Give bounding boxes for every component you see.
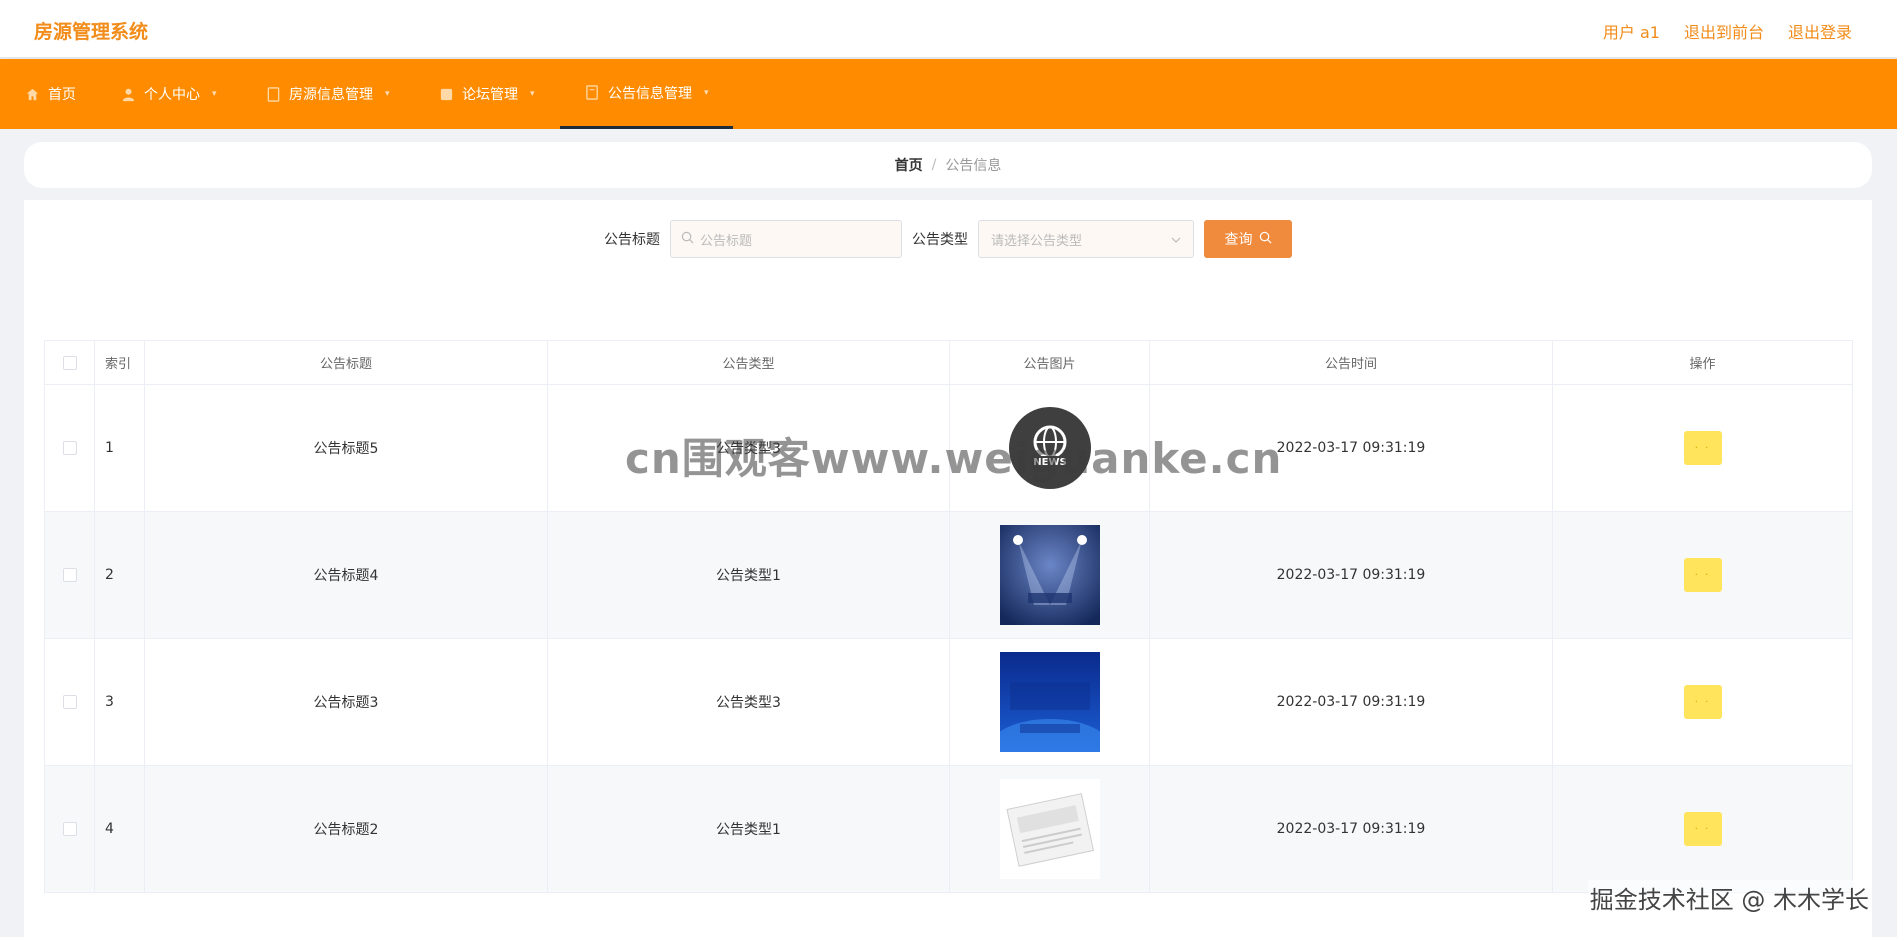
notice-table: 索引 公告标题 公告类型 公告图片 公告时间 操作 1 公告标题5 公告类型3 [44, 340, 1853, 893]
row-index: 4 [94, 765, 145, 893]
row-title: 公告标题3 [144, 638, 548, 766]
column-header-time: 公告时间 [1149, 340, 1553, 385]
search-button[interactable]: 查询 [1204, 220, 1292, 258]
type-select[interactable]: 请选择公告类型 [978, 220, 1194, 258]
table-row: 2 公告标题4 公告类型1 2022-03-17 09:31:19 · · [44, 511, 1853, 639]
nav-item-listings[interactable]: 房源信息管理 ▾ [265, 59, 390, 129]
main-nav: 首页 个人中心 ▾ 房源信息管理 ▾ 论坛管理 ▾ 公告信息管理 ▾ [0, 59, 1897, 129]
row-action-button[interactable]: · · [1683, 431, 1722, 465]
user-icon [120, 86, 136, 102]
row-index: 1 [94, 384, 145, 512]
news-globe-icon: NEWS [1008, 407, 1091, 489]
search-icon [681, 231, 694, 248]
chevron-down-icon: ▾ [704, 87, 709, 98]
row-actions-cell: · · [1552, 765, 1853, 893]
forum-icon [438, 86, 454, 102]
row-actions-cell: · · [1552, 384, 1853, 512]
nav-label: 个人中心 [144, 87, 200, 103]
row-select-cell [44, 765, 95, 893]
exit-frontend-link[interactable]: 退出到前台 [1684, 19, 1764, 43]
row-checkbox[interactable] [62, 441, 77, 455]
chevron-down-icon: ▾ [530, 89, 535, 99]
nav-label: 房源信息管理 [289, 87, 373, 103]
column-header-title: 公告标题 [144, 340, 548, 385]
row-title: 公告标题4 [144, 511, 548, 639]
title-label: 公告标题 [604, 232, 660, 248]
row-title: 公告标题5 [144, 384, 548, 512]
newspaper-image [999, 779, 1100, 879]
row-action-button[interactable]: · · [1683, 685, 1722, 719]
svg-text:NEWS: NEWS [1033, 457, 1066, 468]
table-row: 1 公告标题5 公告类型3 NEWS 2022-03-17 09:31:19 ·… [44, 384, 1853, 512]
row-time: 2022-03-17 09:31:19 [1149, 638, 1553, 766]
breadcrumb-current: 公告信息 [945, 158, 1002, 174]
row-image-cell [949, 638, 1150, 766]
column-header-actions: 操作 [1552, 340, 1853, 385]
row-action-button[interactable]: · · [1683, 812, 1722, 846]
table-row: 4 公告标题2 公告类型1 2022-03-17 09:31:19 · · [44, 765, 1853, 893]
chevron-down-icon: ▾ [212, 89, 217, 99]
row-time: 2022-03-17 09:31:19 [1149, 384, 1553, 512]
row-type: 公告类型1 [547, 511, 950, 639]
row-time: 2022-03-17 09:31:19 [1149, 511, 1553, 639]
breadcrumb-home[interactable]: 首页 [895, 155, 923, 175]
row-checkbox[interactable] [62, 822, 77, 836]
content-panel: 公告标题 公告标题 公告类型 请选择公告类型 查询 索引 公告标题 公告类型 公… [24, 200, 1872, 937]
row-index: 3 [94, 638, 145, 766]
row-checkbox[interactable] [62, 695, 77, 709]
nav-item-forum[interactable]: 论坛管理 ▾ [438, 59, 535, 129]
nav-item-profile[interactable]: 个人中心 ▾ [120, 59, 217, 129]
row-image-cell [949, 765, 1150, 893]
logout-link[interactable]: 退出登录 [1788, 19, 1852, 43]
type-placeholder: 请选择公告类型 [991, 233, 1083, 249]
row-action-button[interactable]: · · [1683, 558, 1722, 592]
select-all-cell [44, 340, 95, 385]
nav-item-home[interactable]: 首页 [24, 59, 76, 129]
title-search-input[interactable]: 公告标题 [670, 220, 902, 258]
nav-label: 论坛管理 [462, 87, 518, 103]
row-actions-cell: · · [1552, 511, 1853, 639]
breadcrumb-separator: / [931, 157, 937, 173]
row-image-cell [949, 511, 1150, 639]
row-select-cell [44, 384, 95, 512]
top-bar: 房源管理系统 用户 a1 退出到前台 退出登录 [0, 0, 1897, 58]
row-image-cell: NEWS [949, 384, 1150, 512]
row-time: 2022-03-17 09:31:19 [1149, 765, 1553, 893]
document-icon [265, 86, 281, 102]
type-label: 公告类型 [912, 232, 968, 248]
search-icon [1259, 231, 1272, 248]
nav-item-notices[interactable]: 公告信息管理 ▾ [560, 59, 733, 129]
app-title: 房源管理系统 [34, 21, 149, 43]
search-form: 公告标题 公告标题 公告类型 请选择公告类型 查询 [24, 220, 1872, 258]
search-button-label: 查询 [1224, 232, 1253, 248]
home-icon [24, 86, 40, 102]
nav-label: 首页 [48, 87, 76, 103]
row-actions-cell: · · [1552, 638, 1853, 766]
table-row: 3 公告标题3 公告类型3 2022-03-17 09:31:19 · · [44, 638, 1853, 766]
row-select-cell [44, 638, 95, 766]
nav-label: 公告信息管理 [608, 85, 692, 102]
table-header-row: 索引 公告标题 公告类型 公告图片 公告时间 操作 [44, 340, 1853, 385]
row-index: 2 [94, 511, 145, 639]
row-select-cell [44, 511, 95, 639]
credit-watermark: 掘金技术社区 @ 木木学长 [1587, 880, 1871, 915]
column-header-type: 公告类型 [547, 340, 950, 385]
top-links: 用户 a1 退出到前台 退出登录 [1603, 19, 1852, 43]
column-header-image: 公告图片 [949, 340, 1150, 385]
row-type: 公告类型3 [547, 638, 950, 766]
row-checkbox[interactable] [62, 568, 77, 582]
political-news-image [999, 652, 1100, 752]
row-type: 公告类型1 [547, 765, 950, 893]
news-broadcast-image [999, 525, 1100, 625]
user-link[interactable]: 用户 a1 [1603, 19, 1660, 43]
row-type: 公告类型3 [547, 384, 950, 512]
chevron-down-icon: ▾ [385, 89, 390, 99]
breadcrumb: 首页 / 公告信息 [24, 142, 1872, 188]
title-placeholder: 公告标题 [700, 233, 753, 249]
select-all-checkbox[interactable] [62, 355, 77, 370]
notice-icon [584, 85, 600, 101]
chevron-down-icon [1171, 232, 1181, 247]
column-header-index: 索引 [94, 340, 145, 385]
row-title: 公告标题2 [144, 765, 548, 893]
